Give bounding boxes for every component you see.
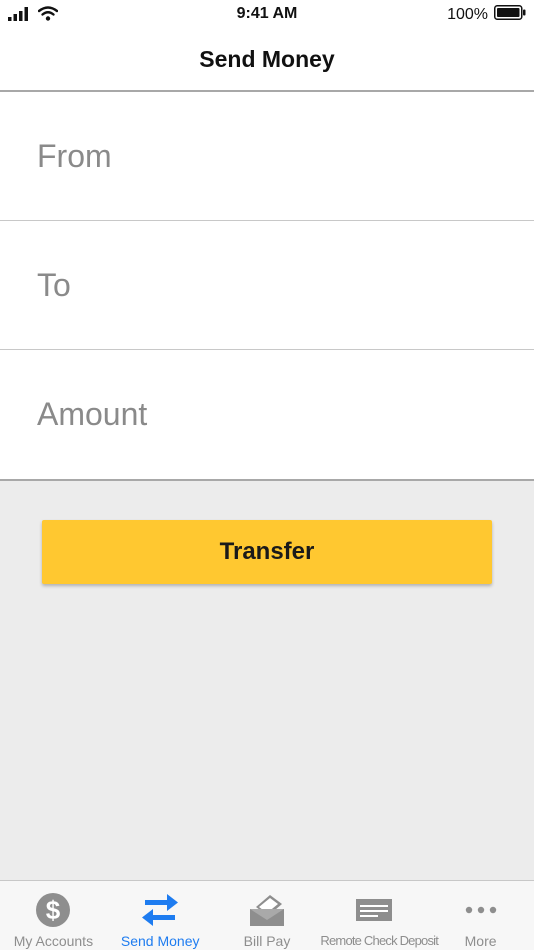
tab-bar: $ My Accounts Send Money Bill Pay Remote… [0,880,534,950]
tab-send-money[interactable]: Send Money [107,881,214,950]
tab-remote-check-deposit[interactable]: Remote Check Deposit [320,881,439,950]
tab-label: More [464,933,497,949]
battery-icon [494,5,526,25]
check-icon [354,890,394,930]
transfer-button[interactable]: Transfer [42,520,492,584]
status-bar: 9:41 AM 100% [0,0,534,30]
to-field-row [0,221,534,350]
page-title: Send Money [199,46,335,72]
navigation-bar: Send Money [0,30,534,92]
dollar-circle-icon: $ [33,890,73,930]
battery-percent: 100% [447,6,488,23]
more-dots-icon [461,890,501,930]
transfer-arrows-icon [140,890,180,930]
tab-my-accounts[interactable]: $ My Accounts [0,881,107,950]
amount-field[interactable] [37,394,497,434]
transfer-form [0,92,534,481]
tab-label: My Accounts [13,933,94,949]
tab-more[interactable]: More [427,881,534,950]
from-field-row [0,92,534,221]
battery-status: 100% [447,5,526,25]
tab-label: Remote Check Deposit [320,933,439,948]
svg-text:$: $ [46,895,61,925]
from-field[interactable] [37,136,497,176]
tab-bill-pay[interactable]: Bill Pay [214,881,321,950]
amount-field-row [0,350,534,479]
bill-envelope-icon [247,890,287,930]
tab-label: Send Money [120,933,200,949]
tab-label: Bill Pay [243,933,291,949]
to-field[interactable] [37,265,497,305]
